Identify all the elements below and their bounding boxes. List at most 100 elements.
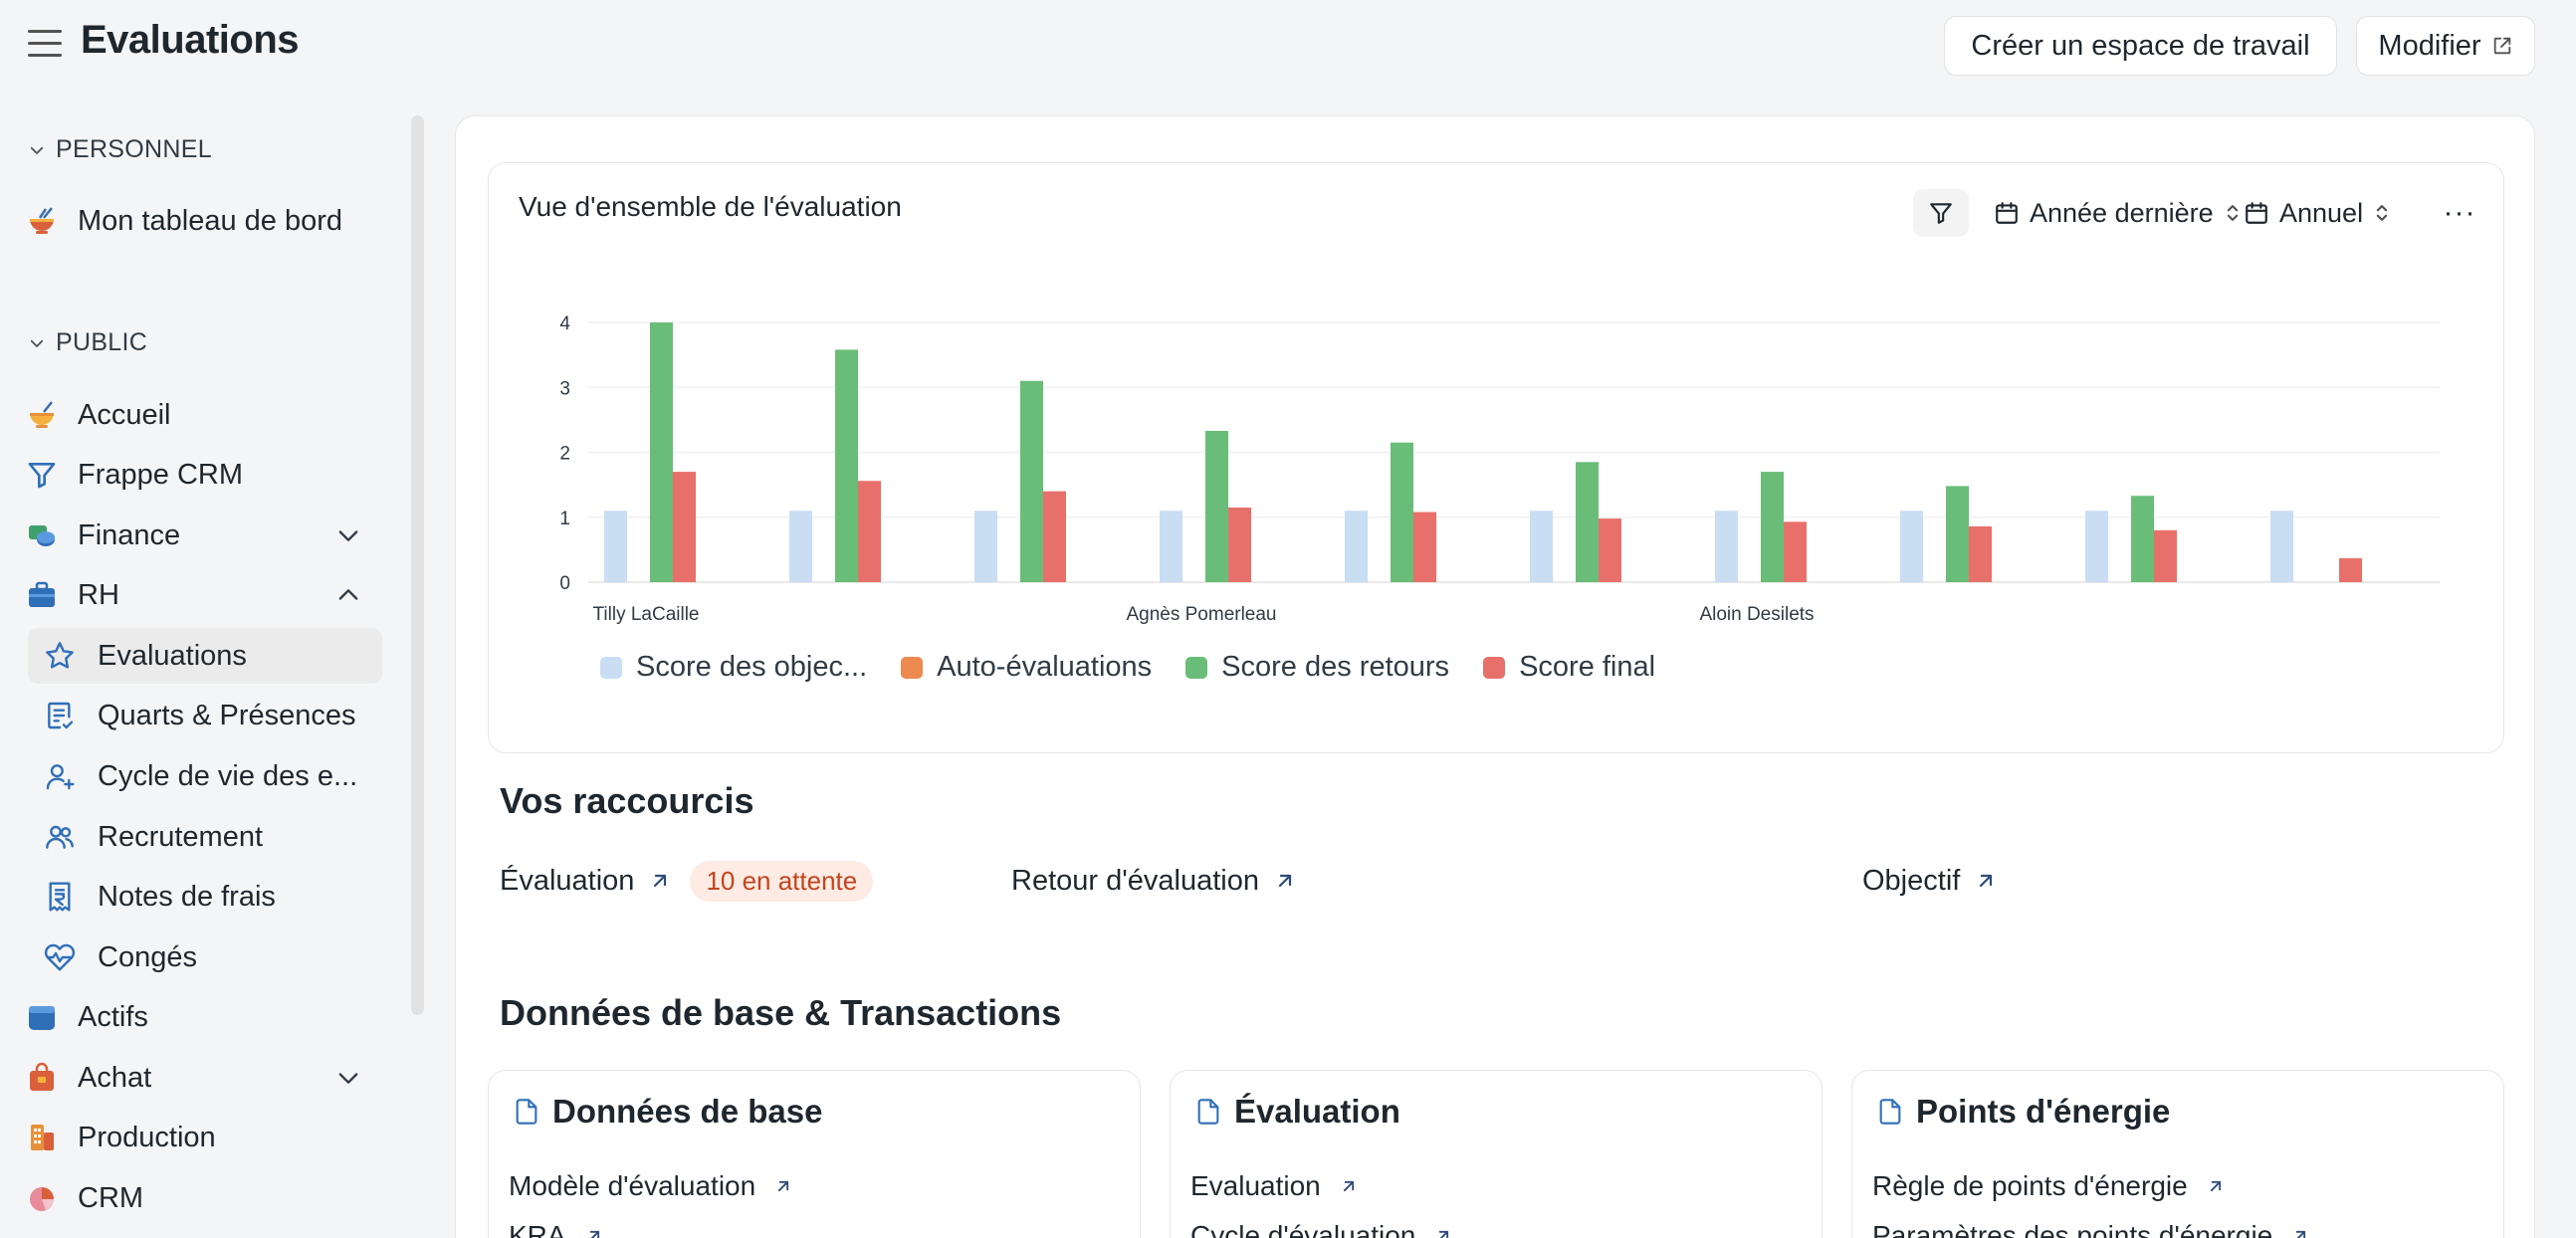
bar-score-final[interactable] xyxy=(1599,518,1621,582)
masters-title: Données de base & Transactions xyxy=(500,992,1062,1033)
sidebar-item-frappe-crm[interactable]: Frappe CRM xyxy=(26,447,382,503)
bar-score-des-objec[interactable] xyxy=(2085,511,2108,582)
bar-score-des-retours[interactable] xyxy=(1020,380,1043,582)
sidebar-item-label: RH xyxy=(78,578,119,611)
legend-swatch xyxy=(1483,656,1506,679)
section-personal[interactable]: PERSONNEL xyxy=(28,135,212,164)
bar-score-des-retours[interactable] xyxy=(1576,462,1599,582)
bar-score-des-objec[interactable] xyxy=(974,511,997,582)
legend-label: Score des objec... xyxy=(636,651,868,683)
arrow-up-right-icon xyxy=(2210,1180,2221,1192)
x-tick-label: Tilly LaCaille xyxy=(593,604,700,625)
chevron-down-icon xyxy=(30,146,44,154)
sidebar-item-employee-lifecycle[interactable]: Cycle de vie des e... xyxy=(28,748,382,804)
briefcase-icon xyxy=(26,579,58,611)
funnel-icon xyxy=(26,459,58,491)
sidebar-item-leaves[interactable]: Congés xyxy=(28,929,382,985)
bar-score-des-objec[interactable] xyxy=(789,511,812,582)
more-options-button[interactable]: ··· xyxy=(2440,189,2479,237)
bar-score-des-objec[interactable] xyxy=(1715,511,1738,582)
card-header: Données de base xyxy=(513,1093,822,1131)
bowl-icon xyxy=(26,205,58,237)
sidebar-item-dashboard[interactable]: Mon tableau de bord xyxy=(26,193,382,249)
bar-score-final[interactable] xyxy=(1228,507,1251,582)
chevron-down-icon[interactable] xyxy=(334,1064,362,1092)
sidebar-item-buying[interactable]: Achat xyxy=(26,1050,382,1106)
shortcut-appraisal[interactable]: Évaluation 10 en attente xyxy=(500,859,874,903)
create-workspace-label: Créer un espace de travail xyxy=(1971,29,2310,62)
bar-score-final[interactable] xyxy=(2339,557,2362,582)
edit-label: Modifier xyxy=(2378,29,2481,62)
y-tick-label: 3 xyxy=(559,378,570,399)
bar-score-final[interactable] xyxy=(858,481,881,582)
bar-score-des-retours[interactable] xyxy=(1391,442,1413,582)
sidebar-item-expense-claims[interactable]: Notes de frais xyxy=(28,869,382,925)
sidebar-item-assets[interactable]: Actifs xyxy=(26,989,382,1045)
bar-score-des-objec[interactable] xyxy=(1160,511,1182,582)
card-link[interactable]: Modèle d'évaluation xyxy=(509,1170,793,1202)
sidebar-item-label: Accueil xyxy=(78,398,171,431)
shortcuts-title: Vos raccourcis xyxy=(500,780,754,821)
sidebar-item-evaluations[interactable]: Evaluations xyxy=(28,628,382,684)
sidebar-scrollbar[interactable] xyxy=(411,115,424,1015)
sidebar-item-label: Frappe CRM xyxy=(78,458,243,491)
legend-item[interactable]: Score des objec... xyxy=(600,651,867,684)
more-icon: ··· xyxy=(2443,196,2476,229)
legend-item[interactable]: Score final xyxy=(1483,651,1655,684)
year-filter-select[interactable]: Année dernière xyxy=(1994,189,2242,237)
y-tick-label: 2 xyxy=(559,444,570,465)
shortcut-appraisal-feedback[interactable]: Retour d'évaluation xyxy=(1011,859,1297,903)
sidebar-item-label: Actifs xyxy=(78,1000,148,1033)
bar-score-des-retours[interactable] xyxy=(835,349,858,582)
card-header: Évaluation xyxy=(1194,1093,1400,1131)
sidebar-item-shifts[interactable]: Quarts & Présences xyxy=(28,688,382,743)
bar-score-final[interactable] xyxy=(1413,512,1436,582)
sidebar-item-recruitment[interactable]: Recrutement xyxy=(28,809,382,865)
section-public[interactable]: PUBLIC xyxy=(28,328,147,357)
calendar-icon xyxy=(1996,202,2018,224)
period-filter-select[interactable]: Annuel xyxy=(2244,189,2391,237)
card-link[interactable]: Paramètres des points d'énergie xyxy=(1872,1220,2310,1238)
bar-score-des-retours[interactable] xyxy=(1946,486,1969,582)
bar-score-des-retours[interactable] xyxy=(1205,430,1228,582)
bar-score-final[interactable] xyxy=(1969,525,1992,582)
bar-score-final[interactable] xyxy=(673,472,696,582)
menu-icon[interactable] xyxy=(28,30,62,60)
masters-card: Données de base Modèle d'évaluation KRA xyxy=(488,1070,1141,1238)
legend-item[interactable]: Score des retours xyxy=(1185,651,1449,684)
shortcut-goal[interactable]: Objectif xyxy=(1862,859,1998,903)
filter-button[interactable] xyxy=(1913,189,1969,237)
bar-score-final[interactable] xyxy=(2154,529,2177,582)
card-link[interactable]: Règle de points d'énergie xyxy=(1872,1170,2226,1202)
sidebar-item-crm[interactable]: CRM xyxy=(26,1170,382,1226)
create-workspace-button[interactable]: Créer un espace de travail xyxy=(1944,16,2337,76)
card-link[interactable]: Cycle d'évaluation xyxy=(1190,1220,1453,1238)
external-edit-icon xyxy=(2493,37,2510,55)
bar-score-des-objec[interactable] xyxy=(2270,511,2293,582)
card-link[interactable]: Evaluation xyxy=(1190,1170,1359,1202)
sidebar-item-home[interactable]: Accueil xyxy=(26,387,382,443)
select-arrows-icon xyxy=(2376,205,2388,221)
bar-score-des-objec[interactable] xyxy=(1345,511,1368,582)
bar-score-des-objec[interactable] xyxy=(1530,511,1553,582)
bar-score-des-retours[interactable] xyxy=(2131,496,2154,582)
card-link[interactable]: KRA xyxy=(509,1220,604,1238)
shortcut-label: Retour d'évaluation xyxy=(1011,864,1259,897)
user-plus-icon xyxy=(44,760,76,792)
sidebar-item-manufacturing[interactable]: Production xyxy=(26,1110,382,1165)
bar-score-des-retours[interactable] xyxy=(650,322,673,582)
bar-score-des-retours[interactable] xyxy=(1761,472,1784,582)
legend-label: Score des retours xyxy=(1221,651,1450,683)
card-title: Évaluation xyxy=(1234,1093,1400,1130)
chevron-down-icon[interactable] xyxy=(334,521,362,549)
edit-button[interactable]: Modifier xyxy=(2356,16,2535,76)
bar-score-final[interactable] xyxy=(1043,491,1066,582)
sidebar-item-hr[interactable]: RH xyxy=(26,567,382,623)
sidebar-item-finance[interactable]: Finance xyxy=(26,508,382,563)
bar-score-final[interactable] xyxy=(1784,521,1807,582)
bar-score-des-objec[interactable] xyxy=(1900,511,1923,582)
chevron-up-icon[interactable] xyxy=(334,581,362,609)
legend-item[interactable]: Auto-évaluations xyxy=(901,651,1152,684)
y-tick-label: 1 xyxy=(559,509,570,529)
bar-score-des-objec[interactable] xyxy=(604,511,627,582)
